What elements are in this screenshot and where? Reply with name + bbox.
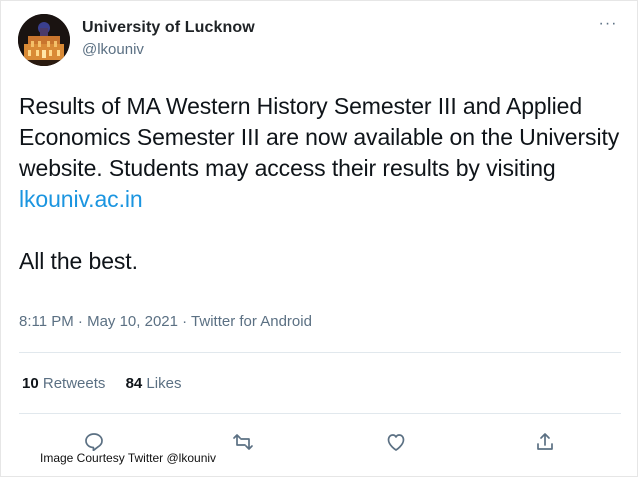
retweet-button[interactable] [229,428,257,456]
retweets-label: Retweets [42,375,106,392]
tweet-body: Results of MA Western History Semester I… [19,93,620,181]
engagement-stats: 10 Retweets 84 Likes [22,375,197,392]
likes-label: Likes [146,375,182,392]
image-courtesy-caption: Image Courtesy Twitter @lkouniv [40,451,217,465]
tweet-text: Results of MA Western History Semester I… [19,91,629,277]
divider [19,413,621,414]
website-link[interactable]: lkouniv.ac.in [19,186,143,212]
like-icon [387,434,405,451]
divider [19,352,621,353]
likes-count: 84 [125,375,143,392]
avatar[interactable] [18,14,70,66]
retweet-icon [233,434,253,450]
display-name[interactable]: University of Lucknow [82,19,255,37]
tweet-timestamp[interactable]: 8:11 PM · May 10, 2021 · Twitter for And… [19,313,312,330]
retweets-stat[interactable]: 10 Retweets [22,375,105,392]
tweet-card: University of Lucknow @lkouniv ··· Resul… [0,0,640,479]
more-icon: ··· [598,15,618,32]
share-icon [537,433,553,450]
handle[interactable]: @lkouniv [82,41,255,58]
tweet-paragraph: Results of MA Western History Semester I… [19,91,629,215]
like-button[interactable] [382,428,410,456]
author-block: University of Lucknow @lkouniv [82,19,255,58]
more-options-button[interactable]: ··· [596,15,620,38]
retweets-count: 10 [22,375,39,392]
tweet-closing: All the best. [19,248,138,274]
building-icon [18,14,70,66]
share-button[interactable] [531,428,559,456]
likes-stat[interactable]: 84 Likes [126,375,182,392]
